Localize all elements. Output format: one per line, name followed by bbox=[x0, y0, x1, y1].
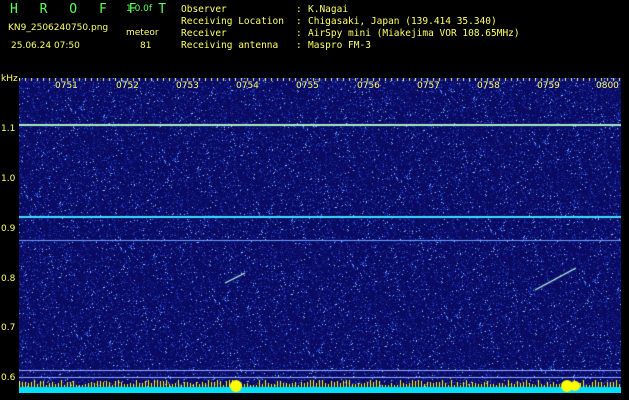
antenna-value: Maspro FM-3 bbox=[308, 40, 371, 51]
receiver-label: Receiver bbox=[181, 28, 227, 39]
location-colon: : bbox=[296, 16, 302, 27]
antenna-colon: : bbox=[296, 40, 302, 51]
frequency-unit-label: kHz bbox=[1, 74, 18, 84]
time-tick-0751: 0751 bbox=[55, 81, 78, 91]
spectrogram bbox=[19, 78, 621, 393]
observer-value: K.Nagai bbox=[308, 4, 349, 15]
time-tick-0755: 0755 bbox=[296, 81, 319, 91]
y-tick-0-8: 0.8 bbox=[1, 274, 16, 284]
y-tick-1-1: 1.1 bbox=[1, 124, 16, 134]
observer-label: Observer bbox=[181, 4, 227, 15]
meteor-label: meteor bbox=[126, 28, 159, 38]
time-tick-0754: 0754 bbox=[236, 81, 259, 91]
filename-label: KN9_2506240750.png bbox=[8, 23, 109, 33]
datetime-label: 25.06.24 07:50 bbox=[11, 41, 80, 51]
spectrogram-canvas bbox=[19, 78, 621, 393]
time-tick-0756: 0756 bbox=[357, 81, 380, 91]
receiver-value: AirSpy mini (Miakejima VOR 108.65MHz) bbox=[308, 28, 520, 39]
y-tick-0-7: 0.7 bbox=[1, 323, 16, 333]
location-label: Receiving Location bbox=[181, 16, 284, 27]
version-label: 1.0.0f bbox=[126, 4, 153, 14]
receiver-colon: : bbox=[296, 28, 302, 39]
time-tick-0752: 0752 bbox=[116, 81, 139, 91]
y-tick-0-6: 0.6 bbox=[1, 373, 16, 383]
time-tick-0757: 0757 bbox=[417, 81, 440, 91]
time-tick-0800: 0800 bbox=[596, 81, 619, 91]
y-tick-1-0: 1.0 bbox=[1, 174, 16, 184]
meteor-count: 81 bbox=[140, 41, 152, 51]
antenna-label: Receiving antenna bbox=[181, 40, 279, 51]
time-tick-0753: 0753 bbox=[176, 81, 199, 91]
hroft-screen: H R O F F T 1.0.0f KN9_2506240750.png 25… bbox=[0, 0, 629, 400]
y-tick-0-9: 0.9 bbox=[1, 224, 16, 234]
time-tick-0759: 0759 bbox=[537, 81, 560, 91]
observer-colon: : bbox=[296, 4, 302, 15]
location-value: Chigasaki, Japan (139.414 35.340) bbox=[308, 16, 497, 27]
time-tick-0758: 0758 bbox=[477, 81, 500, 91]
